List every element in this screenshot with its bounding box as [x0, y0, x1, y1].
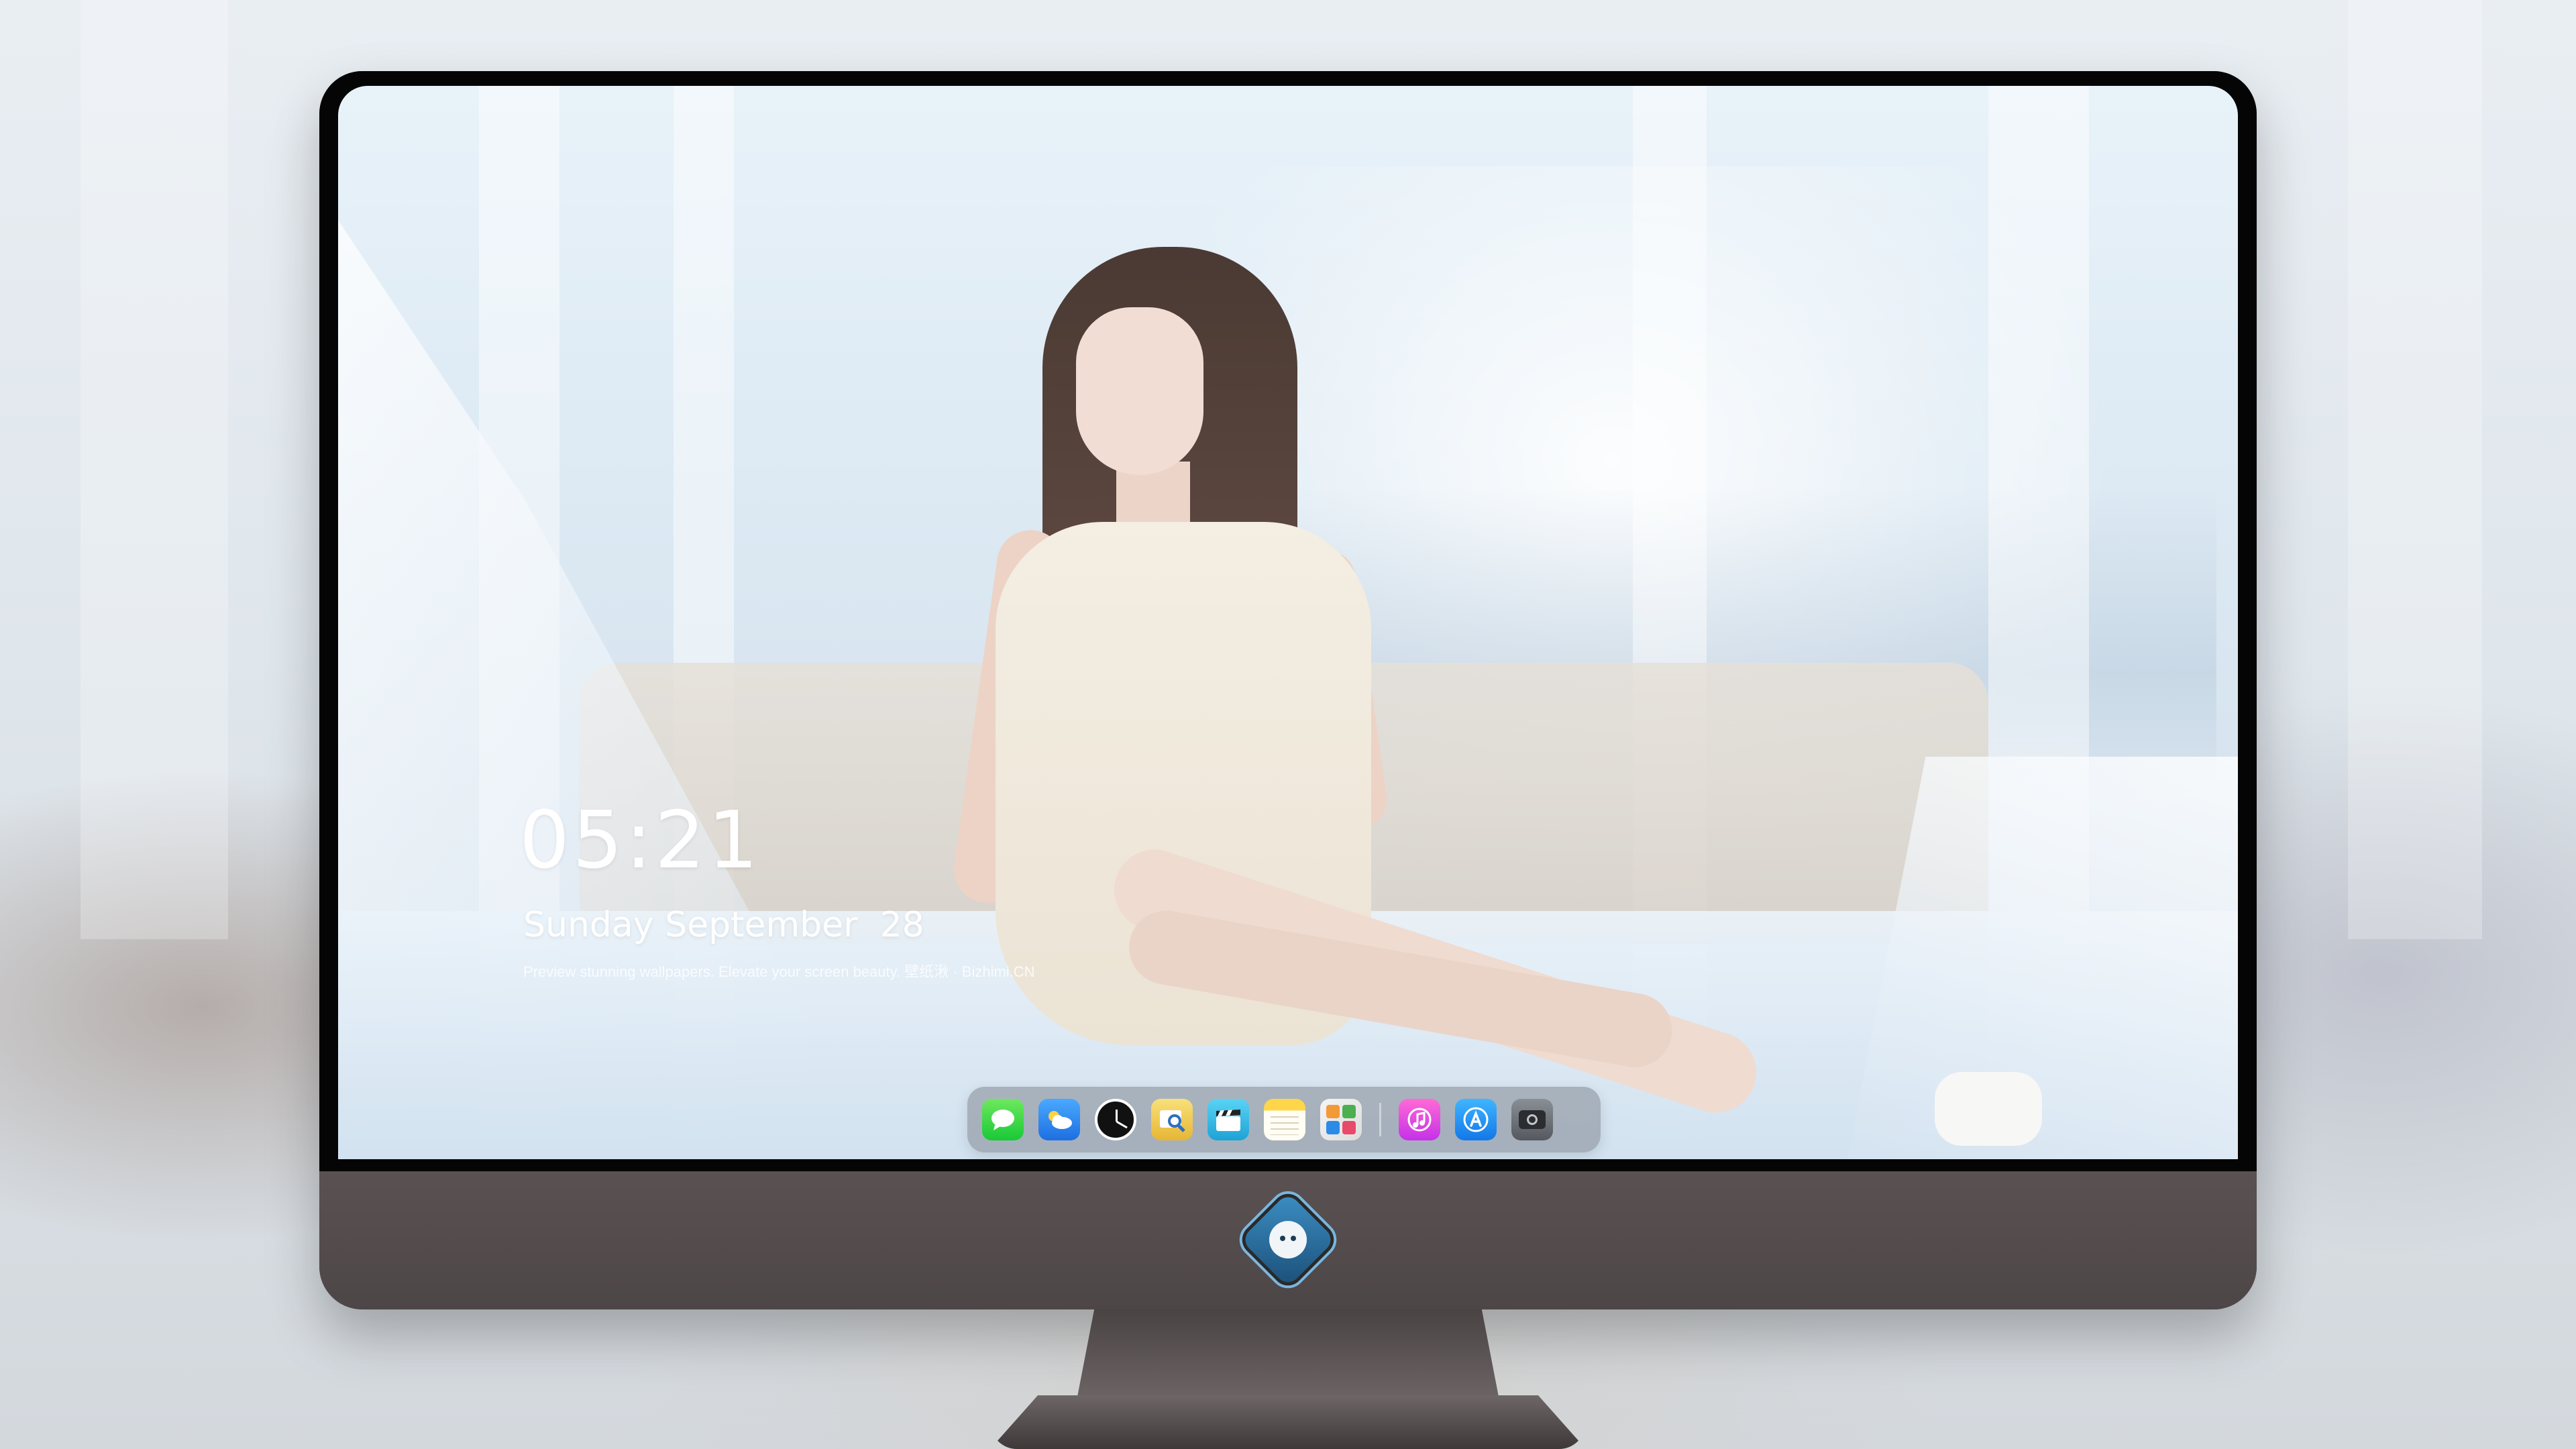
photo-tile [1342, 1121, 1356, 1134]
notes-icon[interactable] [1264, 1099, 1305, 1140]
wallpaper-figure-face [1076, 307, 1203, 475]
lockscreen-time: 05:21 [519, 794, 761, 886]
preview-icon[interactable] [1151, 1099, 1193, 1140]
cloud-sun-icon [1049, 1111, 1072, 1129]
photo-tile [1326, 1121, 1340, 1134]
wallpaper-tagline: Preview stunning wallpapers. Elevate you… [523, 963, 1035, 980]
photo-tile [1342, 1105, 1356, 1118]
dragon-mascot-icon [1240, 1192, 1336, 1287]
background-light-stripe [80, 0, 228, 939]
weather-icon[interactable] [1038, 1099, 1080, 1140]
monitor-stand-base [990, 1395, 1586, 1449]
screen: 05:21 Sunday September 28 Preview stunni… [338, 86, 2238, 1159]
clock-hand-minute [1116, 1120, 1128, 1129]
monitor-bezel: 05:21 Sunday September 28 Preview stunni… [319, 71, 2257, 1171]
app-store-icon[interactable] [1455, 1099, 1497, 1140]
notes-lines [1271, 1116, 1299, 1135]
clapperboard-icon [1216, 1110, 1240, 1131]
wallpaper-figure-shoe [1935, 1072, 2042, 1146]
lockscreen-date: Sunday September 28 [523, 905, 924, 945]
photos-grid [1326, 1105, 1356, 1134]
app-store-a-icon [1463, 1107, 1489, 1132]
magnifier-photo-icon [1160, 1110, 1185, 1132]
message-bubble-icon [991, 1110, 1014, 1130]
dock-separator [1379, 1103, 1381, 1136]
background-light-stripe [2348, 0, 2482, 939]
music-icon[interactable] [1399, 1099, 1440, 1140]
monitor-stand [1077, 1309, 1499, 1397]
monitor-chin [319, 1171, 2257, 1309]
camera-icon[interactable] [1511, 1099, 1553, 1140]
mascot-face [1269, 1221, 1307, 1258]
photo-tile [1326, 1105, 1340, 1118]
camera-body [1519, 1110, 1546, 1129]
monitor: 05:21 Sunday September 28 Preview stunni… [319, 71, 2257, 1309]
messages-icon[interactable] [982, 1099, 1024, 1140]
music-note-icon [1407, 1108, 1432, 1132]
dock [967, 1087, 1601, 1152]
photos-icon[interactable] [1320, 1099, 1362, 1140]
clock-icon[interactable] [1095, 1099, 1136, 1140]
clips-icon[interactable] [1208, 1099, 1249, 1140]
